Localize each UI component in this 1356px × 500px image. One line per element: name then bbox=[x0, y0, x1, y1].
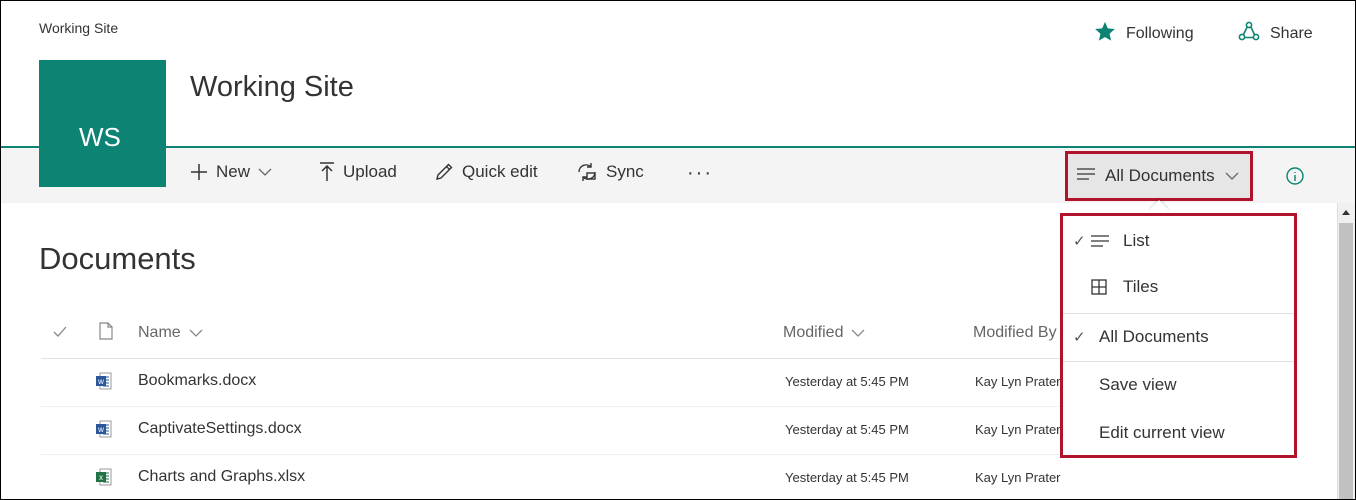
menu-item-list-label: List bbox=[1123, 231, 1150, 250]
menu-item-tiles[interactable]: Tiles bbox=[1063, 264, 1294, 310]
checkmark-icon bbox=[53, 326, 67, 337]
table-row[interactable]: w Bookmarks.docx Yesterday at 5:45 PM Kay L… bbox=[41, 359, 1101, 407]
file-name[interactable]: Bookmarks.docx bbox=[138, 372, 256, 390]
info-button[interactable] bbox=[1285, 166, 1305, 191]
menu-item-edit-current-view[interactable]: Edit current view bbox=[1063, 410, 1294, 456]
modified-column-header[interactable]: Modified bbox=[783, 324, 865, 342]
list-header: Name Modified Modified By bbox=[41, 314, 1061, 359]
menu-item-all-documents[interactable]: ✓ All Documents bbox=[1063, 314, 1294, 360]
chevron-down-icon bbox=[852, 329, 865, 337]
share-button[interactable]: Share bbox=[1238, 21, 1313, 46]
modified-date: Yesterday at 5:45 PM bbox=[785, 470, 909, 485]
scroll-up-arrow[interactable] bbox=[1339, 205, 1353, 219]
table-row[interactable]: w CaptivateSettings.docx Yesterday at 5:45… bbox=[41, 407, 1101, 455]
menu-item-save-view-label: Save view bbox=[1099, 375, 1177, 394]
share-label: Share bbox=[1270, 24, 1313, 42]
menu-item-all-documents-label: All Documents bbox=[1099, 327, 1209, 346]
pencil-icon bbox=[434, 162, 454, 182]
modified-by-column-label: Modified By bbox=[973, 324, 1057, 341]
modified-column-label: Modified bbox=[783, 324, 844, 341]
table-row[interactable]: x Charts and Graphs.xlsx Yesterday at 5:45… bbox=[41, 455, 1101, 499]
menu-item-tiles-label: Tiles bbox=[1123, 277, 1159, 296]
tiles-icon bbox=[1091, 279, 1115, 295]
triangle-up-icon bbox=[1342, 210, 1350, 215]
quick-edit-label: Quick edit bbox=[462, 162, 538, 181]
list-view-icon bbox=[1077, 166, 1095, 186]
page-title: Documents bbox=[39, 241, 196, 276]
new-label: New bbox=[216, 162, 251, 181]
excel-file-icon: x bbox=[96, 468, 112, 491]
svg-text:w: w bbox=[97, 377, 104, 386]
menu-item-save-view[interactable]: Save view bbox=[1063, 362, 1294, 408]
svg-text:w: w bbox=[97, 425, 104, 434]
modified-by[interactable]: Kay Lyn Prater bbox=[975, 374, 1061, 389]
name-column-header[interactable]: Name bbox=[138, 324, 203, 342]
breadcrumb[interactable]: Working Site bbox=[39, 20, 118, 36]
chevron-down-icon bbox=[1225, 166, 1239, 186]
site-logo-initials-overlay: WS bbox=[79, 122, 121, 152]
chevron-down-icon bbox=[258, 167, 272, 177]
new-button[interactable]: New bbox=[190, 162, 272, 182]
sharepoint-window: Working Site Following Share WS Working … bbox=[0, 0, 1356, 500]
menu-item-edit-current-view-label: Edit current view bbox=[1099, 423, 1225, 442]
checkmark-icon: ✓ bbox=[1073, 329, 1086, 346]
view-options-menu: ✓ List Tiles ✓ All Documents Save view E… bbox=[1060, 213, 1297, 458]
upload-icon bbox=[319, 162, 335, 182]
svg-text:x: x bbox=[99, 473, 103, 482]
document-icon bbox=[99, 322, 113, 340]
word-file-icon: w bbox=[96, 420, 112, 443]
modified-by[interactable]: Kay Lyn Prater bbox=[975, 470, 1061, 485]
modified-date: Yesterday at 5:45 PM bbox=[785, 374, 909, 389]
file-name[interactable]: CaptivateSettings.docx bbox=[138, 420, 302, 438]
share-icon bbox=[1238, 21, 1260, 46]
site-logo-overlay: WS bbox=[39, 60, 166, 187]
menu-item-list[interactable]: ✓ List bbox=[1063, 218, 1294, 264]
list-icon bbox=[1091, 234, 1115, 248]
view-switcher-button[interactable]: All Documents bbox=[1065, 151, 1253, 201]
name-column-label: Name bbox=[138, 324, 181, 341]
sync-button[interactable]: Sync bbox=[576, 162, 644, 182]
modified-by[interactable]: Kay Lyn Prater bbox=[975, 422, 1061, 437]
word-file-icon: w bbox=[96, 372, 112, 395]
chevron-down-icon bbox=[189, 329, 203, 337]
plus-icon bbox=[190, 163, 208, 181]
scrollbar-thumb[interactable] bbox=[1339, 223, 1353, 499]
select-all-checkbox[interactable] bbox=[53, 326, 67, 338]
file-type-column-icon[interactable] bbox=[99, 322, 113, 340]
sync-icon bbox=[576, 162, 598, 182]
modified-date: Yesterday at 5:45 PM bbox=[785, 422, 909, 437]
upload-label: Upload bbox=[343, 162, 397, 181]
site-title[interactable]: Working Site bbox=[190, 71, 354, 104]
quick-edit-button[interactable]: Quick edit bbox=[434, 162, 538, 182]
following-button[interactable]: Following bbox=[1094, 21, 1194, 47]
sync-label: Sync bbox=[606, 162, 644, 181]
view-switcher-label: All Documents bbox=[1105, 166, 1215, 185]
upload-button[interactable]: Upload bbox=[319, 162, 397, 182]
info-icon bbox=[1285, 167, 1305, 190]
modified-by-column-header[interactable]: Modified By bbox=[973, 324, 1057, 342]
checkmark-icon: ✓ bbox=[1073, 233, 1086, 250]
file-name[interactable]: Charts and Graphs.xlsx bbox=[138, 468, 305, 486]
following-label: Following bbox=[1126, 25, 1194, 42]
star-icon bbox=[1094, 21, 1116, 47]
more-options-button[interactable]: ··· bbox=[687, 162, 713, 185]
